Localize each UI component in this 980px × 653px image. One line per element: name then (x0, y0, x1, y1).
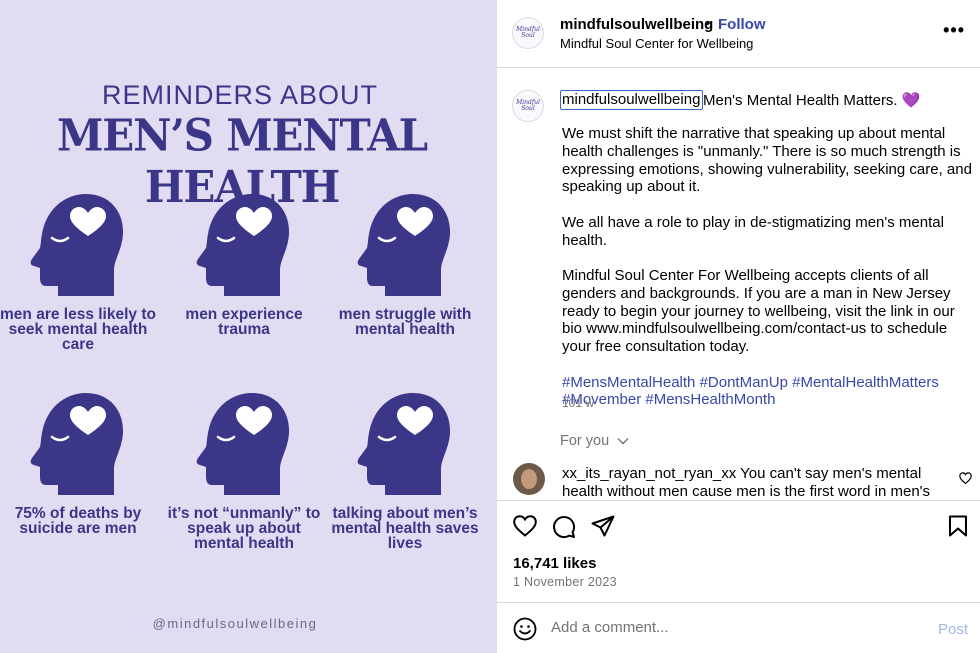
post-date: 1 November 2023 (513, 575, 617, 589)
caption-headline: Men's Mental Health Matters. 💜 (703, 92, 921, 109)
caption-paragraph-2: We all have a role to play in de-stigmat… (562, 213, 944, 249)
head-heart-icon (196, 393, 290, 495)
head-heart-icon (30, 393, 124, 495)
head-caption-4: 75% of deaths by suicide are men (14, 505, 142, 537)
caption-avatar[interactable]: Mindful Soul (512, 90, 544, 122)
image-handle: @mindfulsoulwellbeing (152, 616, 318, 631)
comment-like-icon[interactable] (959, 472, 972, 484)
avatar-logo-text: Mindful Soul (516, 99, 540, 112)
header-separator: • (705, 15, 711, 32)
head-item-4: 75% of deaths by suicide are men (0, 391, 158, 536)
emoji-icon[interactable] (513, 617, 537, 641)
follow-button[interactable]: Follow (718, 16, 766, 33)
post-header: Mindful Soul mindfulsoulwellbeing • Foll… (497, 0, 980, 68)
heart-icon[interactable] (513, 515, 537, 537)
caption-section: Mindful Soul mindfulsoulwellbeing Men's … (497, 69, 980, 500)
post-image[interactable]: REMINDERS ABOUT MEN’S MENTAL HEALTH men … (0, 0, 497, 653)
post-panel: Mindful Soul mindfulsoulwellbeing • Foll… (497, 0, 980, 653)
caption-paragraph-3: Mindful Soul Center For Wellbeing accept… (562, 266, 955, 356)
head-heart-icon (357, 194, 451, 296)
chevron-down-icon (617, 438, 629, 445)
post-time-ago[interactable]: 101 w (562, 396, 594, 410)
avatar[interactable]: Mindful Soul (512, 17, 544, 49)
avatar-logo-text: Mindful Soul (516, 26, 540, 39)
likes-count[interactable]: 16,741 likes (513, 555, 596, 572)
head-heart-icon (196, 194, 290, 296)
comment-sort-dropdown[interactable]: For you (560, 433, 629, 449)
caption-hashtags[interactable]: #MensMentalHealth #DontManUp #MentalHeal… (562, 374, 977, 410)
header-subtitle[interactable]: Mindful Soul Center for Wellbeing (560, 36, 753, 51)
head-item-2: men experience trauma (164, 192, 324, 337)
comment-username[interactable]: xx_its_rayan_not_ryan_xx (562, 465, 736, 482)
head-item-3: men struggle with mental health (325, 192, 485, 337)
caption-body: We must shift the narrative that speakin… (562, 125, 977, 427)
header-username[interactable]: mindfulsoulwellbeing (560, 16, 713, 33)
head-caption-1: men are less likely to seek mental healt… (0, 306, 156, 353)
add-comment-bar: Post (497, 602, 980, 653)
head-caption-2: men experience trauma (185, 306, 303, 338)
comment-icon[interactable] (552, 515, 576, 539)
comment-item: xx_its_rayan_not_ryan_xx You can't say m… (562, 465, 947, 500)
bookmark-icon[interactable] (948, 515, 968, 537)
comment-sort-label: For you (560, 433, 610, 449)
comment-input[interactable] (551, 619, 911, 636)
caption-username[interactable]: mindfulsoulwellbeing (560, 90, 704, 110)
caption-paragraph-1: We must shift the narrative that speakin… (562, 125, 972, 196)
head-item-5: it’s not “unmanly” to speak up about men… (164, 391, 324, 551)
share-icon[interactable] (591, 515, 615, 537)
more-options-icon[interactable]: ••• (943, 20, 965, 41)
head-heart-icon (357, 393, 451, 495)
head-item-6: talking about men’s mental health saves … (325, 391, 485, 551)
head-caption-3: men struggle with mental health (338, 306, 472, 338)
head-caption-6: talking about men’s mental health saves … (331, 505, 479, 552)
post-comment-button[interactable]: Post (938, 621, 968, 638)
head-item-1: men are less likely to seek mental healt… (0, 192, 158, 352)
head-heart-icon (30, 194, 124, 296)
post-actions: 16,741 likes 1 November 2023 (497, 500, 980, 602)
comment-avatar[interactable] (513, 463, 545, 495)
image-heading-top: REMINDERS ABOUT (101, 80, 379, 110)
head-caption-5: it’s not “unmanly” to speak up about men… (167, 505, 321, 552)
